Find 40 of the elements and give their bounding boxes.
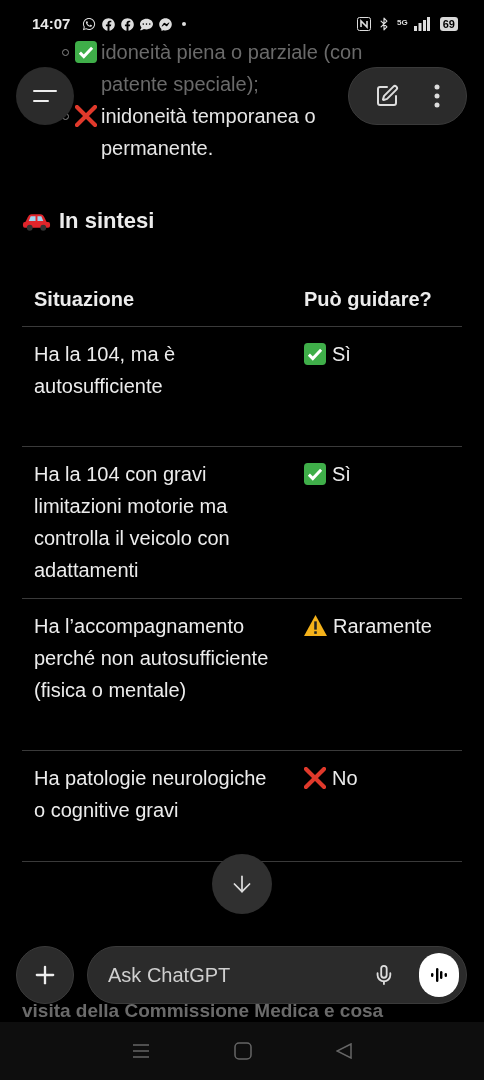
signal-icon bbox=[413, 17, 430, 31]
column-header: Situazione bbox=[33, 286, 135, 312]
column-header: Può guidare? bbox=[303, 286, 433, 312]
table-cell-text: Sì bbox=[332, 342, 351, 367]
chat-icon bbox=[82, 17, 97, 31]
home-icon[interactable] bbox=[234, 1042, 252, 1060]
nfc-icon bbox=[357, 17, 372, 31]
network-type: 5G bbox=[397, 17, 408, 29]
warning-icon bbox=[304, 615, 327, 636]
voice-button[interactable] bbox=[418, 953, 459, 997]
table-cell-text: Ha la 104 con gravi limitazioni motorie ma controlla il veicolo con adattamenti bbox=[33, 462, 231, 583]
table-cell-text: Sì bbox=[332, 462, 351, 487]
edit-icon bbox=[374, 84, 399, 108]
table-cell-text: Raramente bbox=[333, 614, 432, 639]
battery-level: 69 bbox=[439, 17, 458, 31]
table-cell-text: Ha patologie neurologiche o cognitive gravi bbox=[33, 766, 268, 823]
check-box-icon bbox=[304, 463, 326, 485]
check-box-icon bbox=[75, 41, 97, 63]
check-box-icon bbox=[304, 343, 326, 365]
menu-icon bbox=[33, 89, 57, 103]
app-icon bbox=[102, 17, 116, 31]
scroll-down-button[interactable] bbox=[212, 854, 272, 914]
paragraph-text: visita della Commissione Medica e cosa bbox=[21, 1002, 385, 1020]
cross-icon bbox=[304, 767, 326, 789]
table-cell-text: No bbox=[332, 766, 358, 791]
message-field[interactable]: Ask ChatGPT bbox=[87, 946, 467, 1004]
app-icon bbox=[121, 17, 135, 31]
list-item-text: inidoneità temporanea o permanente. bbox=[101, 104, 317, 161]
more-icon bbox=[434, 84, 441, 108]
section-heading: In sintesi bbox=[59, 207, 155, 235]
status-time: 14:07 bbox=[32, 13, 71, 34]
messenger-icon bbox=[159, 17, 173, 31]
comment-icon bbox=[140, 17, 154, 31]
message-input[interactable]: Ask ChatGPT bbox=[108, 960, 373, 990]
back-icon[interactable] bbox=[336, 1043, 352, 1059]
list-item-text: idoneità piena o parziale (con patente speciale); bbox=[101, 40, 364, 97]
table-cell-text: Ha la 104, ma è autosufficiente bbox=[33, 342, 177, 399]
cross-icon bbox=[75, 105, 97, 127]
table-cell-text: Ha l’accompagnamento perché non autosufficiente (fisica o mentale) bbox=[33, 614, 270, 703]
voice-wave-icon bbox=[428, 965, 449, 985]
